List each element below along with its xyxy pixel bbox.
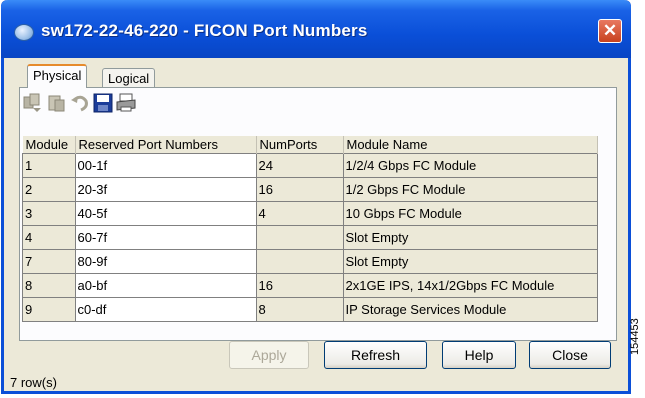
table-row[interactable]: 4 60-7f Slot Empty [22,225,598,250]
cell-reserved-port-numbers[interactable]: a0-bf [74,273,257,298]
cell-numports: 8 [255,297,344,322]
column-header-module[interactable]: Module [22,136,76,154]
cell-numports: 24 [255,153,344,178]
cell-module-name: IP Storage Services Module [342,297,598,322]
print-icon[interactable] [115,92,137,114]
title-bar[interactable]: sw172-22-46-220 - FICON Port Numbers ✕ [1,0,631,58]
cell-numports [255,249,344,274]
cell-reserved-port-numbers[interactable]: 40-5f [74,201,257,226]
cell-module: 2 [22,177,76,202]
cell-module-name: 1/2 Gbps FC Module [342,177,598,202]
paste-icon[interactable] [46,92,68,114]
port-numbers-table: Module Reserved Port Numbers NumPorts Mo… [22,136,598,322]
cell-module-name: Slot Empty [342,225,598,250]
cell-module: 8 [22,273,76,298]
cell-module: 7 [22,249,76,274]
tab-physical-label: Physical [33,68,82,83]
close-icon: ✕ [602,21,618,40]
cell-module-name: Slot Empty [342,249,598,274]
cell-numports: 16 [255,273,344,298]
table-row[interactable]: 2 20-3f 16 1/2 Gbps FC Module [22,177,598,202]
cell-numports: 16 [255,177,344,202]
cell-reserved-port-numbers[interactable]: 60-7f [74,225,257,250]
cell-reserved-port-numbers[interactable]: c0-df [74,297,257,322]
column-header-numports[interactable]: NumPorts [256,136,344,154]
close-window-button[interactable]: ✕ [598,19,622,43]
cell-module: 3 [22,201,76,226]
undo-icon[interactable] [69,92,91,114]
table-row[interactable]: 1 00-1f 24 1/2/4 Gbps FC Module [22,153,598,178]
cell-module-name: 10 Gbps FC Module [342,201,598,226]
table-row[interactable]: 3 40-5f 4 10 Gbps FC Module [22,201,598,226]
cell-module-name: 1/2/4 Gbps FC Module [342,153,598,178]
row-count-status: 7 row(s) [10,375,57,390]
table-row[interactable]: 9 c0-df 8 IP Storage Services Module [22,297,598,322]
tab-physical[interactable]: Physical [27,64,88,88]
window-title: sw172-22-46-220 - FICON Port Numbers [41,21,368,40]
cell-module: 1 [22,153,76,178]
save-icon[interactable] [92,92,114,114]
copy-icon[interactable] [22,92,44,114]
cell-numports [255,225,344,250]
cell-reserved-port-numbers[interactable]: 20-3f [74,177,257,202]
column-header-reserved-port-numbers[interactable]: Reserved Port Numbers [75,136,257,154]
apply-button[interactable]: Apply [229,341,309,369]
help-button[interactable]: Help [442,341,516,369]
refresh-button[interactable]: Refresh [324,341,427,369]
cell-numports: 4 [255,201,344,226]
cell-module-name: 2x1GE IPS, 14x1/2Gbps FC Module [342,273,598,298]
close-button[interactable]: Close [529,341,611,369]
cell-module: 9 [22,297,76,322]
tab-logical-label: Logical [108,71,150,86]
cell-reserved-port-numbers[interactable]: 00-1f [74,153,257,178]
cell-module: 4 [22,225,76,250]
figure-number: 154453 [629,318,641,355]
table-row[interactable]: 8 a0-bf 16 2x1GE IPS, 14x1/2Gbps FC Modu… [22,273,598,298]
table-header-row: Module Reserved Port Numbers NumPorts Mo… [22,136,598,154]
app-icon [14,24,34,41]
cell-reserved-port-numbers[interactable]: 80-9f [74,249,257,274]
column-header-module-name[interactable]: Module Name [343,136,598,154]
table-row[interactable]: 7 80-9f Slot Empty [22,249,598,274]
